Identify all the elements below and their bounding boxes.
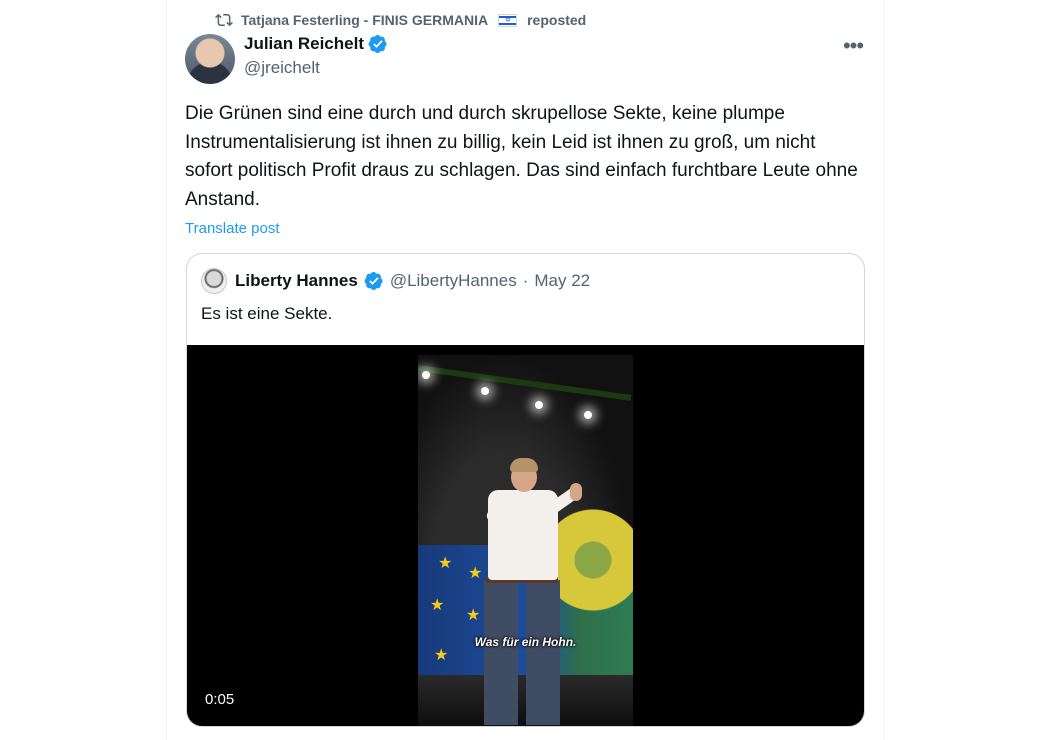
speaker-hair	[510, 458, 538, 472]
verified-badge-icon	[364, 272, 383, 290]
video-subtitle: Was für ein Hohn.	[474, 635, 577, 649]
translate-post-link[interactable]: Translate post	[185, 220, 280, 237]
author-avatar[interactable]	[185, 34, 235, 84]
quoted-author-name[interactable]: Liberty Hannes	[235, 271, 358, 291]
repost-icon	[215, 13, 233, 27]
repost-suffix: reposted	[527, 12, 587, 28]
post-text: Die Grünen sind eine durch und durch skr…	[185, 103, 858, 210]
separator-dot: ·	[522, 271, 529, 290]
video-timestamp: 0:05	[205, 691, 235, 708]
stage-light	[535, 401, 543, 409]
quoted-post-header: Liberty Hannes @LibertyHannes · May 22	[201, 268, 590, 294]
verified-badge-icon	[368, 35, 387, 53]
stage-light	[584, 411, 592, 419]
stage-light	[481, 387, 489, 395]
speaker-hand	[570, 483, 582, 501]
repost-indicator[interactable]: Tatjana Festerling - FINIS GERMANIA ✡ re…	[215, 10, 586, 30]
speaker-legs	[484, 580, 560, 725]
video-player[interactable]: ★ ★ ★ ★ ★ Was für ein Hohn. 0:05	[187, 345, 864, 726]
stage-light	[422, 371, 430, 379]
stage-truss	[418, 365, 632, 401]
quoted-author-avatar[interactable]	[201, 268, 227, 294]
quoted-post-text: Es ist eine Sekte.	[201, 304, 333, 323]
reposter-name[interactable]: Tatjana Festerling - FINIS GERMANIA	[241, 12, 488, 28]
post-author: Julian Reichelt @jreichelt	[244, 34, 388, 78]
quoted-author-handle[interactable]: @LibertyHannes	[390, 271, 517, 291]
more-options-button[interactable]: •••	[839, 34, 867, 58]
video-frame: ★ ★ ★ ★ ★ Was für ein Hohn.	[418, 355, 633, 726]
timeline-column: Tatjana Festerling - FINIS GERMANIA ✡ re…	[166, 0, 884, 740]
quoted-post-date[interactable]: May 22	[534, 271, 590, 291]
author-name[interactable]: Julian Reichelt	[244, 34, 364, 54]
author-handle[interactable]: @jreichelt	[244, 58, 388, 78]
israel-flag-icon: ✡	[498, 13, 518, 27]
more-icon: •••	[842, 33, 864, 58]
quoted-post[interactable]: Liberty Hannes @LibertyHannes · May 22 E…	[186, 253, 865, 727]
